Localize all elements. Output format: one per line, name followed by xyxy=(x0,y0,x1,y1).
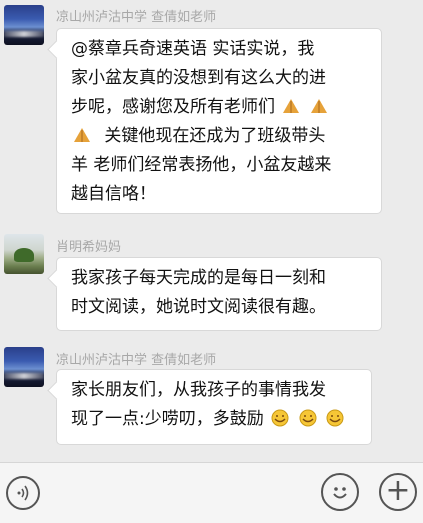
message-line: 家小盆友真的没想到有这么大的进 xyxy=(71,68,326,88)
grin-emoji-icon xyxy=(271,409,289,427)
message-line-with-emoji: 关键他现在还成为了班级带头 xyxy=(71,122,369,151)
voice-icon[interactable] xyxy=(6,476,40,510)
message-line: 越自信咯！ xyxy=(71,184,156,204)
avatar[interactable] xyxy=(4,5,44,45)
voice-waves-icon xyxy=(17,485,29,501)
emoji-icon[interactable] xyxy=(321,473,359,511)
smiley-face-icon xyxy=(333,487,347,499)
pray-emoji-icon xyxy=(310,99,327,113)
plus-icon[interactable]: + xyxy=(379,473,417,511)
pray-emoji-icon xyxy=(74,128,90,142)
plus-glyph: + xyxy=(385,472,411,508)
message-line-with-emoji: 步呢，感谢您及所有老师们 xyxy=(71,93,369,122)
message-text: 现了一点:少唠叨，多鼓励 xyxy=(71,409,264,429)
avatar[interactable] xyxy=(4,347,44,387)
message-text: 步呢，感谢您及所有老师们 xyxy=(71,97,275,117)
message-line: 我家孩子每天完成的是每日一刻和 xyxy=(71,268,326,288)
message-bubble[interactable]: 家长朋友们，从我孩子的事情我发 现了一点:少唠叨，多鼓励 xyxy=(56,369,372,445)
sender-name: 凉山州泸沽中学 查倩如老师 xyxy=(56,353,217,368)
pray-emoji-icon xyxy=(283,99,300,113)
message-line: 羊 老师们经常表扬他，小盆友越来 xyxy=(71,155,332,175)
grin-emoji-icon xyxy=(326,409,344,427)
grin-emoji-icon xyxy=(299,409,317,427)
message-line: 时文阅读，她说时文阅读很有趣。 xyxy=(71,297,326,317)
message-line: 家长朋友们，从我孩子的事情我发 xyxy=(71,380,326,400)
sender-name: 肖明希妈妈 xyxy=(56,240,122,255)
message-bubble[interactable]: 我家孩子每天完成的是每日一刻和 时文阅读，她说时文阅读很有趣。 xyxy=(56,257,382,331)
message-line-with-emoji: 现了一点:少唠叨，多鼓励 xyxy=(71,405,359,434)
message-line: @蔡章兵奇速英语 实话实说，我 xyxy=(71,39,315,59)
avatar[interactable] xyxy=(4,234,44,274)
message-text: 关键他现在还成为了班级带头 xyxy=(104,126,326,146)
sender-name: 凉山州泸沽中学 查倩如老师 xyxy=(56,10,217,25)
input-bar: + xyxy=(0,462,423,523)
message-bubble[interactable]: @蔡章兵奇速英语 实话实说，我 家小盆友真的没想到有这么大的进 步呢，感谢您及所… xyxy=(56,28,382,214)
